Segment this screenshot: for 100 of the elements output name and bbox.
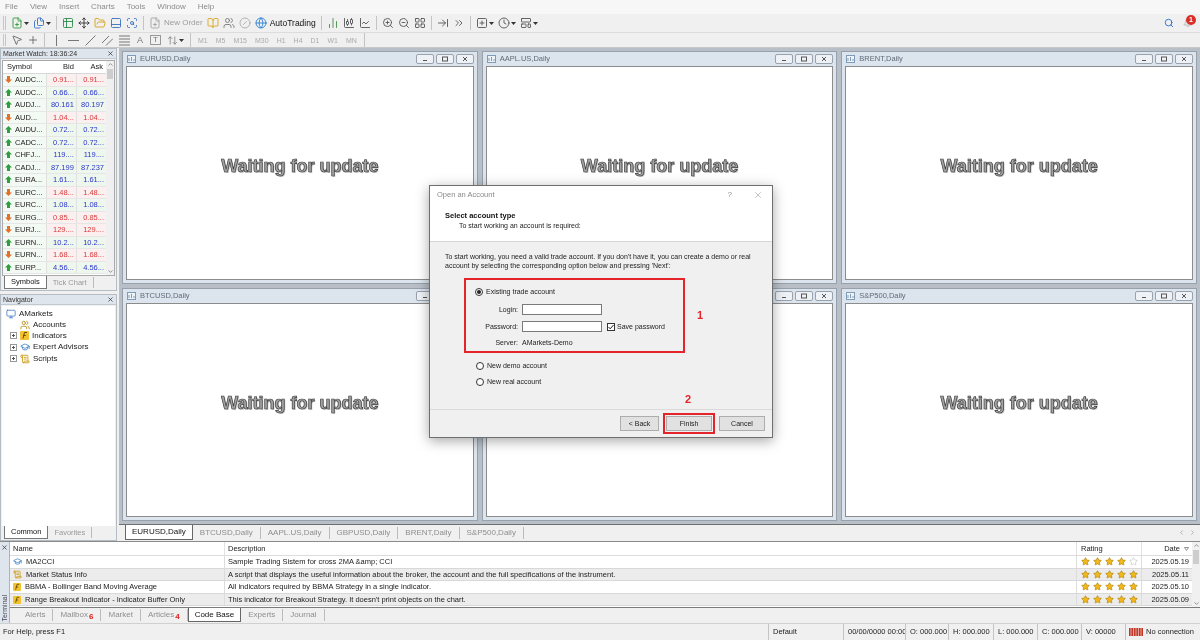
file-plus-icon bbox=[149, 17, 161, 29]
scroll-icon bbox=[13, 569, 22, 579]
close-icon bbox=[460, 56, 469, 62]
text-label-tool-button[interactable]: T bbox=[150, 35, 161, 45]
star-icon bbox=[1093, 557, 1102, 567]
waiting-message: Waiting for update bbox=[940, 157, 1098, 175]
channel-icon bbox=[102, 34, 113, 46]
close-button[interactable] bbox=[1175, 54, 1193, 64]
trend-line-icon bbox=[85, 34, 96, 46]
book-icon bbox=[206, 17, 219, 29]
bar-chart-icon bbox=[326, 17, 339, 29]
cap-icon bbox=[20, 342, 30, 353]
terminal-tab[interactable]: Articles4 bbox=[140, 609, 188, 621]
star-icon bbox=[1105, 569, 1114, 579]
tree-item[interactable]: Expert Advisors bbox=[8, 341, 115, 353]
zoom-in-icon bbox=[381, 17, 394, 29]
maximize-button[interactable] bbox=[1155, 291, 1173, 301]
close-button[interactable] bbox=[1175, 291, 1193, 301]
plus-box-icon[interactable] bbox=[9, 355, 17, 363]
bell-icon bbox=[1182, 18, 1193, 28]
window-icon bbox=[127, 55, 136, 63]
tree-item[interactable]: Scripts bbox=[8, 352, 115, 365]
caret-icon bbox=[178, 38, 184, 42]
scrollbar[interactable] bbox=[1192, 542, 1200, 607]
tile-icon bbox=[13, 583, 21, 591]
crosshair-icon bbox=[27, 34, 39, 46]
close-icon bbox=[820, 293, 829, 299]
caret-icon bbox=[532, 21, 538, 25]
minimize-button[interactable] bbox=[775, 291, 794, 301]
terminal-tab[interactable]: Mailbox6 bbox=[53, 609, 102, 621]
maximize-button[interactable] bbox=[795, 54, 814, 64]
minimize-button[interactable] bbox=[1135, 54, 1153, 64]
star-icon bbox=[1117, 595, 1126, 605]
tree-label: AMarkets bbox=[19, 309, 53, 318]
waiting-message: Waiting for update bbox=[580, 157, 739, 175]
star-icon bbox=[1081, 569, 1090, 579]
zoom-out-icon bbox=[397, 17, 410, 29]
tree-item[interactable]: AMarkets bbox=[2, 308, 115, 319]
close-icon[interactable] bbox=[1, 544, 8, 551]
unread-count: 6 bbox=[89, 613, 94, 621]
globe-icon bbox=[254, 17, 267, 29]
move-icon bbox=[78, 17, 90, 29]
scroll-thumb[interactable] bbox=[107, 69, 113, 79]
text-tool-button[interactable]: A bbox=[133, 33, 147, 47]
password-field[interactable] bbox=[522, 321, 602, 332]
close-button[interactable] bbox=[106, 49, 114, 58]
plus-box-icon[interactable] bbox=[9, 332, 17, 340]
channel-button[interactable] bbox=[99, 33, 116, 47]
window-icon bbox=[486, 55, 496, 63]
minimize-button[interactable] bbox=[1135, 291, 1153, 301]
panel-icon bbox=[110, 17, 122, 29]
tree-item[interactable]: Indicators bbox=[8, 330, 115, 342]
users-icon bbox=[20, 319, 30, 330]
close-button[interactable] bbox=[815, 54, 834, 64]
new-chart-button[interactable] bbox=[9, 14, 31, 32]
caret-icon bbox=[510, 21, 516, 25]
waiting-message: Waiting for update bbox=[940, 394, 1098, 412]
magnifier-icon bbox=[126, 17, 138, 29]
scroll-down-icon[interactable] bbox=[106, 268, 114, 275]
unread-count: 4 bbox=[175, 613, 180, 621]
chart-tab[interactable]: EURUSD,Daily bbox=[125, 525, 193, 540]
scroll-down-icon[interactable] bbox=[1192, 600, 1200, 607]
close-button[interactable] bbox=[455, 54, 474, 64]
scrollbar[interactable] bbox=[106, 61, 114, 275]
plus-square-icon bbox=[475, 17, 488, 29]
maximize-button[interactable] bbox=[435, 54, 454, 64]
caret-icon bbox=[488, 21, 494, 25]
close-icon bbox=[1180, 293, 1188, 299]
template-icon bbox=[519, 17, 532, 29]
annotation-number: 2 bbox=[684, 394, 691, 405]
star-icon bbox=[1117, 582, 1126, 592]
periods-button[interactable] bbox=[495, 14, 518, 32]
maximize-button[interactable] bbox=[1155, 54, 1173, 64]
maximize-button[interactable] bbox=[795, 291, 814, 301]
star-icon bbox=[1105, 582, 1114, 592]
login-field[interactable] bbox=[522, 304, 602, 315]
search-icon bbox=[1164, 18, 1174, 28]
waiting-message: Waiting for update bbox=[221, 394, 379, 412]
annotation-number: 1 bbox=[697, 310, 704, 321]
clock-icon bbox=[497, 17, 510, 29]
restore-icon bbox=[1160, 56, 1168, 62]
plus-box-icon[interactable] bbox=[9, 343, 17, 351]
close-button[interactable] bbox=[106, 295, 114, 304]
table-icon bbox=[62, 17, 74, 29]
scroll-up-icon[interactable] bbox=[1192, 542, 1200, 549]
close-button[interactable] bbox=[815, 291, 834, 301]
file-plus-icon bbox=[11, 17, 23, 29]
close-icon bbox=[106, 296, 114, 303]
profiles-button[interactable] bbox=[31, 14, 53, 32]
scroll-thumb[interactable] bbox=[1193, 550, 1199, 564]
terminal-tab[interactable]: Code Base bbox=[187, 608, 242, 622]
users-icon bbox=[222, 17, 235, 29]
window-icon bbox=[846, 292, 856, 300]
tree-label: Scripts bbox=[33, 354, 58, 363]
help-button[interactable]: ? bbox=[727, 191, 732, 199]
tree-label: Expert Advisors bbox=[33, 343, 89, 352]
tree-item[interactable]: Accounts bbox=[8, 319, 115, 331]
restore-icon bbox=[800, 56, 809, 62]
scroll-up-icon[interactable] bbox=[106, 61, 114, 68]
autotrading-button[interactable]: AutoTrading bbox=[252, 14, 318, 32]
